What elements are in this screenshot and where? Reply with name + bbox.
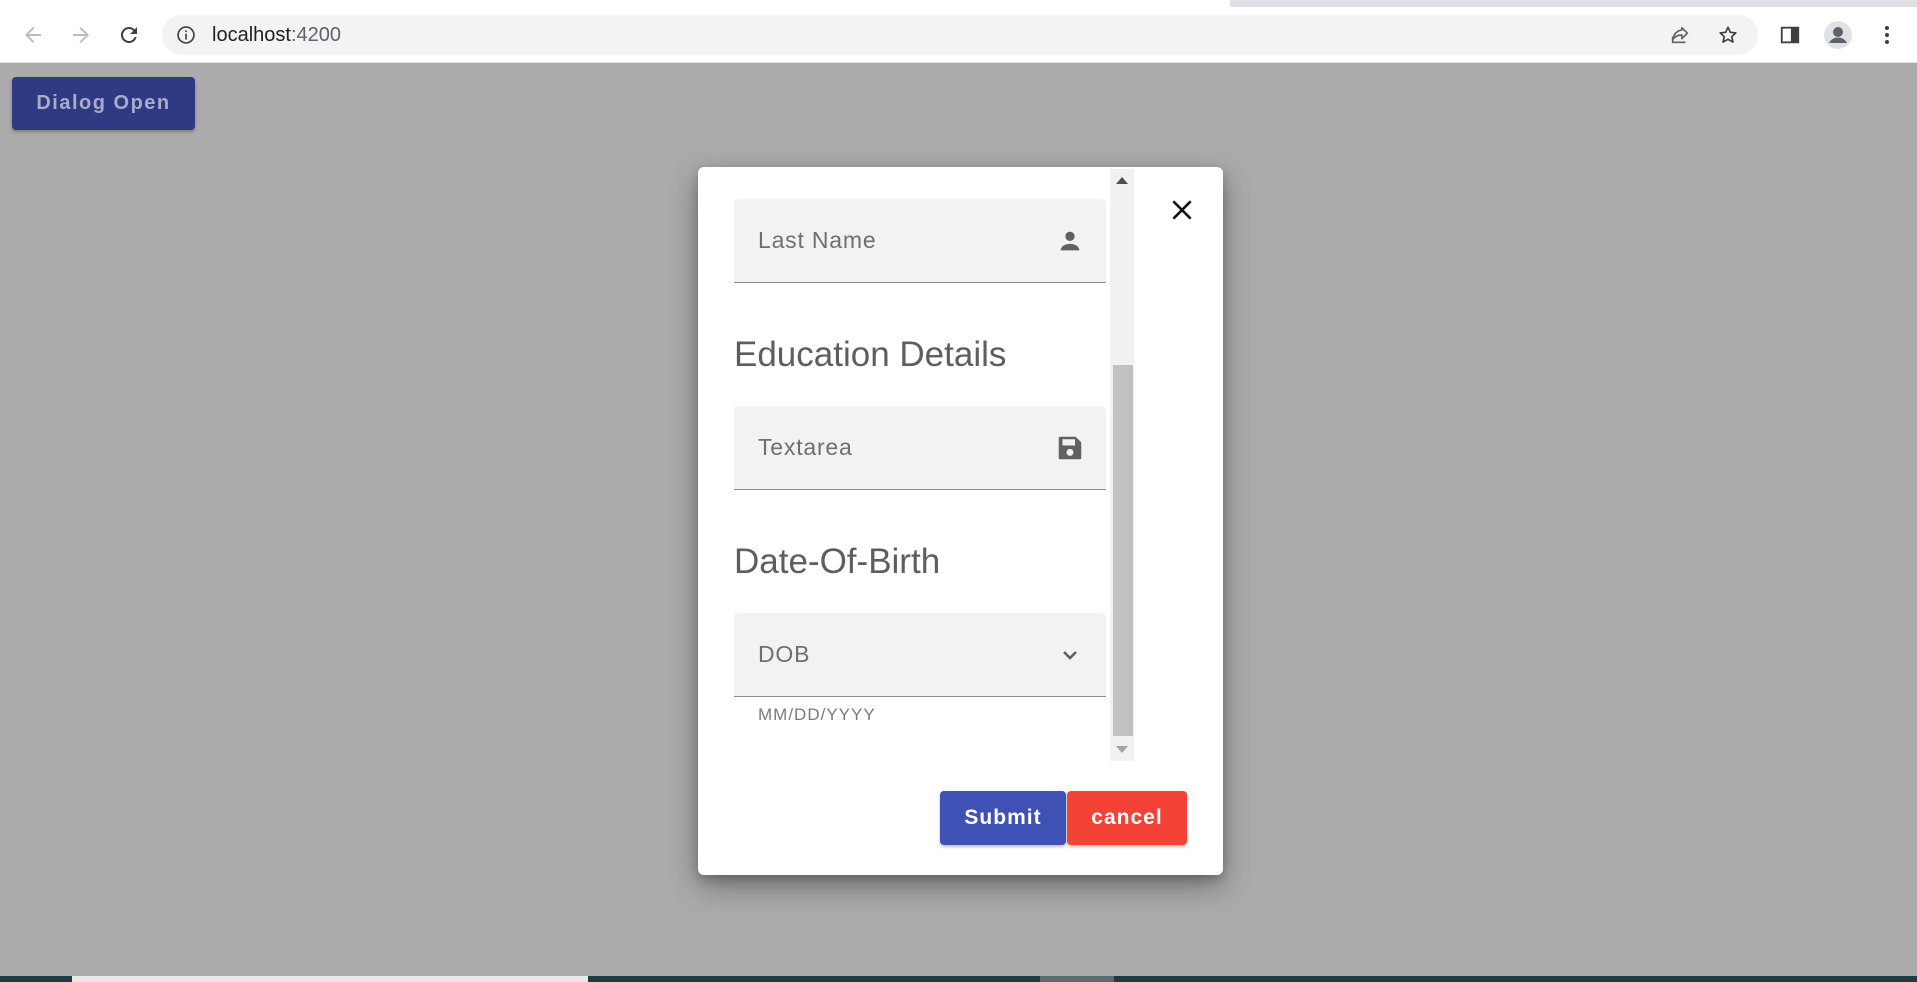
star-icon [1719, 26, 1737, 43]
browser-tab-strip [0, 0, 1917, 7]
more-vert-icon [1885, 26, 1889, 44]
scrollbar-thumb[interactable] [1113, 365, 1133, 736]
address-bar[interactable]: localhost:4200 [162, 15, 1758, 55]
person-icon [1054, 225, 1086, 257]
info-icon [177, 26, 195, 44]
side-panel-icon [1780, 26, 1800, 44]
back-button[interactable] [17, 19, 49, 51]
reload-icon [120, 26, 137, 43]
taskbar-item[interactable] [1040, 976, 1114, 982]
dialog-scroll-content[interactable]: Last Name Education Details Textarea Dat… [734, 167, 1106, 760]
share-button[interactable] [1664, 19, 1696, 51]
textarea-label: Textarea [758, 434, 853, 460]
education-section-title: Education Details [734, 335, 1007, 374]
scroll-down-arrow-icon[interactable] [1116, 746, 1128, 753]
url-host: localhost [212, 24, 291, 46]
dob-label: DOB [758, 641, 811, 667]
profile-icon [1824, 21, 1852, 49]
os-taskbar [0, 976, 1917, 982]
reload-button[interactable] [113, 19, 145, 51]
site-info-button[interactable] [176, 25, 196, 45]
url-text: localhost:4200 [212, 25, 341, 45]
dob-select-field[interactable]: DOB [734, 613, 1106, 697]
form-dialog: Last Name Education Details Textarea Dat… [698, 167, 1223, 875]
side-panel-button[interactable] [1774, 19, 1806, 51]
cancel-button[interactable]: cancel [1067, 791, 1187, 845]
url-port: :4200 [290, 24, 341, 46]
dob-hint: MM/DD/YYYY [758, 705, 876, 724]
save-icon [1054, 432, 1086, 464]
forward-button[interactable] [65, 19, 97, 51]
active-tab[interactable] [0, 0, 1230, 7]
submit-button[interactable]: Submit [940, 791, 1066, 845]
taskbar-item[interactable] [72, 976, 588, 982]
profile-button[interactable] [1822, 19, 1854, 51]
browser-toolbar: localhost:4200 [0, 7, 1917, 63]
scroll-up-arrow-icon[interactable] [1116, 177, 1128, 184]
arrow-right-icon [73, 27, 89, 43]
last-name-label: Last Name [758, 227, 877, 253]
chevron-down-icon [1054, 639, 1086, 671]
bookmark-button[interactable] [1712, 19, 1744, 51]
textarea-field[interactable]: Textarea [734, 406, 1106, 490]
dob-section-title: Date-Of-Birth [734, 542, 941, 581]
arrow-left-icon [25, 27, 41, 43]
close-icon [1172, 200, 1192, 220]
dialog-close-button[interactable] [1164, 192, 1200, 228]
last-name-field[interactable]: Last Name [734, 199, 1106, 283]
browser-menu-button[interactable] [1871, 19, 1903, 51]
dialog-open-button[interactable]: Dialog Open [12, 77, 195, 130]
dialog-scrollbar[interactable] [1110, 169, 1134, 761]
share-icon [1671, 26, 1689, 44]
